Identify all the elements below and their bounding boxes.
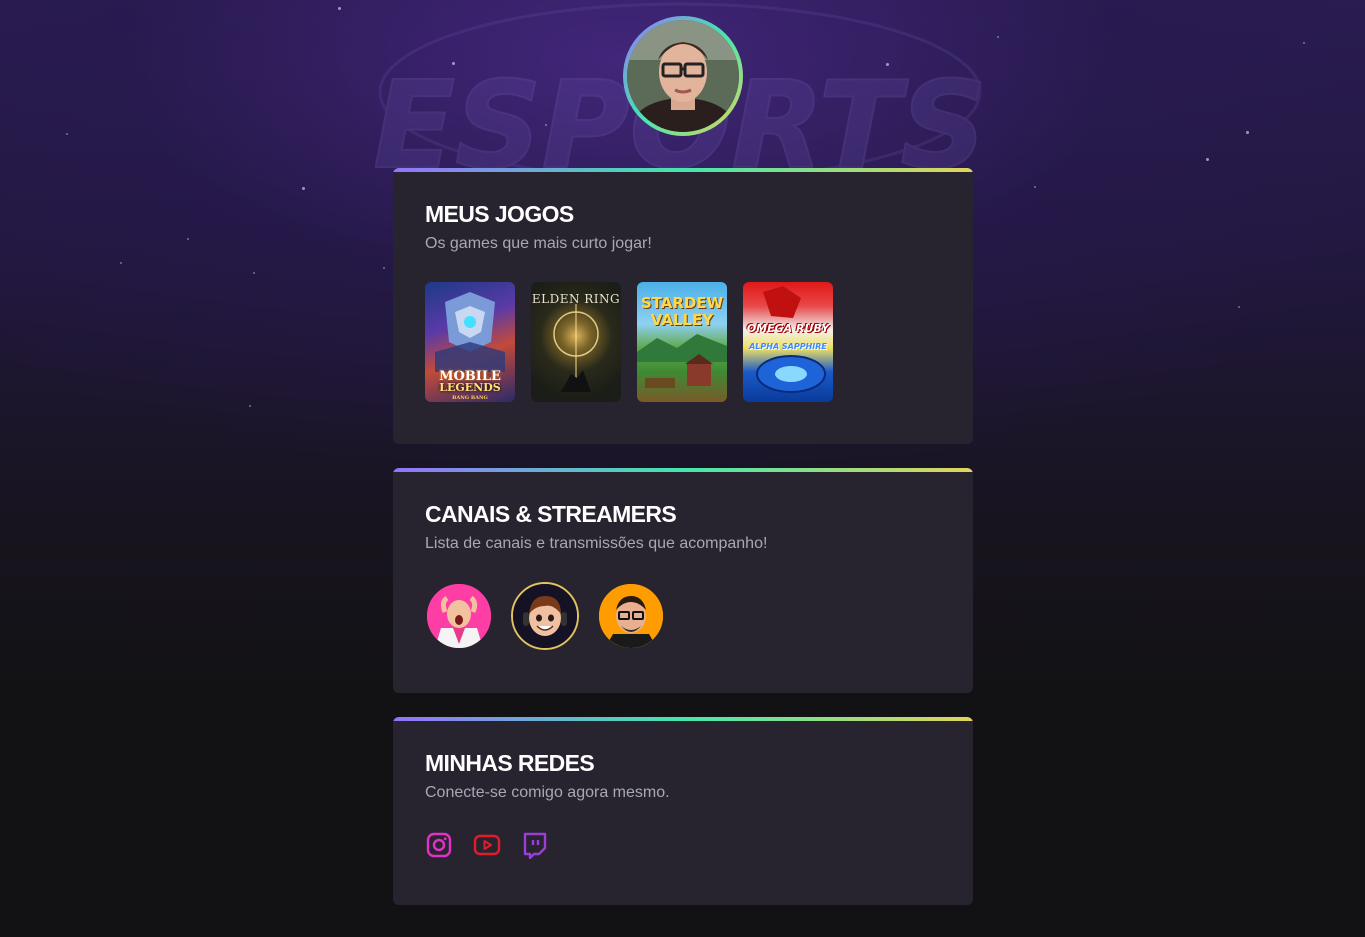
games-subtitle: Os games que mais curto jogar!: [425, 235, 652, 252]
game-cover-line: OMEGA RUBY: [746, 322, 830, 335]
streamer-3-avatar[interactable]: [597, 582, 665, 650]
game-cover-line: STARDEW: [640, 294, 724, 312]
game-cover-line: ELDEN RING: [531, 292, 621, 306]
profile-avatar: [623, 16, 743, 136]
streamer-1-avatar[interactable]: [425, 582, 493, 650]
game-cover-line: LEGENDS: [439, 381, 501, 394]
game-cover-omega-ruby[interactable]: OMEGA RUBY ALPHA SAPPHIRE: [743, 282, 833, 402]
game-cover-stardew-valley[interactable]: STARDEW VALLEY: [637, 282, 727, 402]
instagram-icon[interactable]: [425, 831, 453, 859]
social-links: [425, 831, 941, 860]
streamers-list: [425, 582, 941, 650]
game-cover-line: BANG BANG: [452, 395, 488, 401]
streamer-3-illustration: [599, 584, 663, 648]
game-cover-line: VALLEY: [650, 311, 714, 329]
social-card: MINHAS REDES Conecte-se comigo agora mes…: [393, 717, 973, 905]
games-card: MEUS JOGOS Os games que mais curto jogar…: [393, 168, 973, 444]
games-title: MEUS JOGOS: [425, 200, 574, 228]
streamers-title: CANAIS & STREAMERS: [425, 500, 677, 528]
youtube-icon[interactable]: [473, 831, 501, 859]
game-cover-line: ALPHA SAPPHIRE: [749, 342, 827, 351]
game-cover-mobile-legends[interactable]: MOBILE LEGENDS BANG BANG: [425, 282, 515, 402]
streamers-subtitle: Lista de canais e transmissões que acomp…: [425, 535, 768, 552]
streamers-card: CANAIS & STREAMERS Lista de canais e tra…: [393, 468, 973, 693]
social-subtitle: Conecte-se comigo agora mesmo.: [425, 784, 670, 801]
social-title: MINHAS REDES: [425, 749, 595, 777]
games-list: MOBILE LEGENDS BANG BANG ELDEN RING STAR…: [425, 282, 941, 402]
twitch-icon[interactable]: [521, 831, 549, 860]
streamer-2-avatar[interactable]: [511, 582, 579, 650]
avatar-photo: [627, 20, 739, 132]
streamer-1-illustration: [427, 584, 491, 648]
game-cover-elden-ring[interactable]: ELDEN RING: [531, 282, 621, 402]
streamer-2-illustration: [513, 584, 577, 648]
